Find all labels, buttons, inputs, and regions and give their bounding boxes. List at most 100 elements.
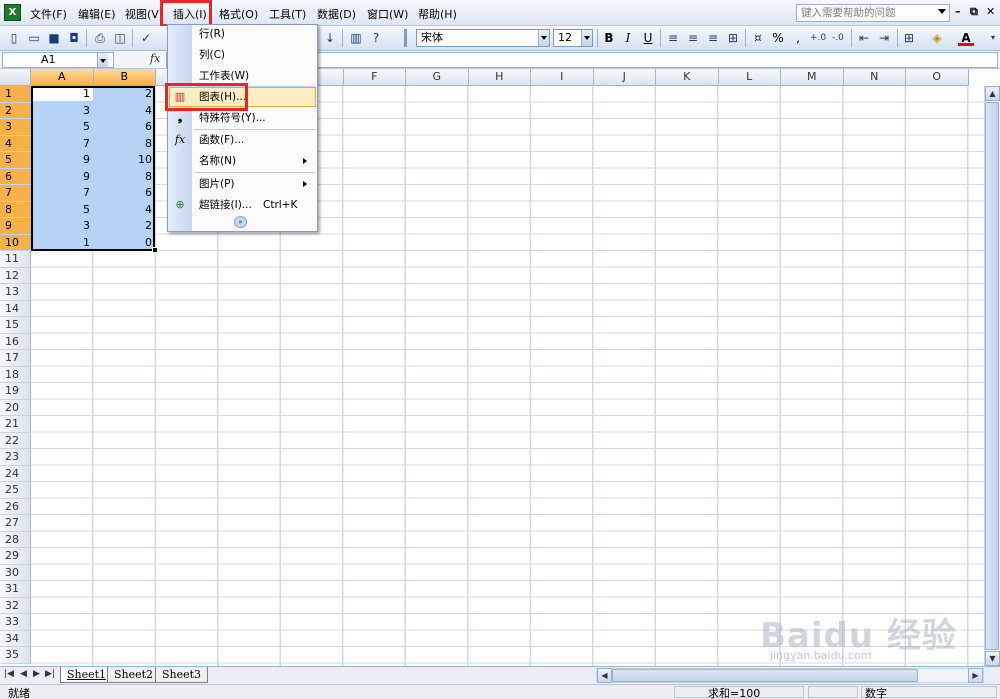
- spelling-icon[interactable]: ✓: [138, 30, 154, 46]
- menu-window[interactable]: 窗口(W): [367, 6, 408, 22]
- column-header-l[interactable]: L: [718, 69, 781, 86]
- align-right-icon[interactable]: ≡: [705, 30, 721, 46]
- merge-center-icon[interactable]: ⊞: [725, 30, 741, 46]
- help-icon[interactable]: ?: [368, 30, 384, 46]
- excel-app-icon[interactable]: X: [4, 4, 21, 21]
- menu-edit[interactable]: 编辑(E): [78, 6, 116, 22]
- column-header-j[interactable]: J: [593, 69, 656, 86]
- cell-b9[interactable]: 2: [94, 218, 155, 235]
- row-header-25[interactable]: 25: [0, 482, 31, 499]
- open-icon[interactable]: ▭: [26, 30, 42, 46]
- row-header-4[interactable]: 4: [0, 135, 31, 152]
- cell-b7[interactable]: 6: [94, 185, 155, 202]
- sort-descending-icon[interactable]: ↓: [322, 30, 338, 46]
- cell-b3[interactable]: 6: [94, 119, 155, 136]
- menu-item-hyperlink[interactable]: 超链接(I)...: [199, 196, 252, 214]
- cell-a2[interactable]: 3: [33, 103, 93, 120]
- name-box-dropdown-icon[interactable]: [97, 53, 108, 67]
- help-search-input[interactable]: 键入需要帮助的问题: [796, 4, 950, 22]
- fill-handle[interactable]: [152, 247, 158, 253]
- comma-button[interactable]: ,: [790, 30, 806, 46]
- next-sheet-icon[interactable]: ▶: [33, 669, 40, 679]
- row-header-2[interactable]: 2: [0, 102, 31, 119]
- column-header-h[interactable]: H: [468, 69, 531, 86]
- row-header-21[interactable]: 21: [0, 416, 31, 433]
- row-header-30[interactable]: 30: [0, 564, 31, 581]
- decrease-indent-icon[interactable]: ⇤: [856, 30, 872, 46]
- menu-item-function[interactable]: 函数(F)...: [199, 131, 244, 149]
- font-name-dropdown-icon[interactable]: [538, 30, 549, 46]
- decrease-decimal-icon[interactable]: -.0: [830, 30, 846, 46]
- font-color-button[interactable]: A: [958, 30, 974, 46]
- cell-a4[interactable]: 7: [33, 136, 93, 153]
- cell-a7[interactable]: 7: [33, 185, 93, 202]
- horizontal-scroll-thumb[interactable]: [612, 669, 918, 682]
- row-header-5[interactable]: 5: [0, 152, 31, 169]
- first-sheet-icon[interactable]: |◀: [4, 669, 14, 679]
- row-header-12[interactable]: 12: [0, 267, 31, 284]
- menu-help[interactable]: 帮助(H): [418, 6, 457, 22]
- increase-decimal-icon[interactable]: +.0: [810, 30, 826, 46]
- menu-item-name[interactable]: 名称(N): [199, 152, 236, 170]
- row-header-8[interactable]: 8: [0, 201, 31, 218]
- row-header-31[interactable]: 31: [0, 581, 31, 598]
- column-header-k[interactable]: K: [656, 69, 719, 86]
- select-all-corner[interactable]: [0, 69, 31, 86]
- vertical-scroll-thumb[interactable]: [985, 102, 999, 650]
- cell-b6[interactable]: 8: [94, 169, 155, 186]
- scroll-up-icon[interactable]: ▲: [985, 86, 1000, 101]
- row-header-20[interactable]: 20: [0, 399, 31, 416]
- sheet-tab-sheet1[interactable]: Sheet1: [60, 667, 114, 683]
- cell-b8[interactable]: 4: [94, 202, 155, 219]
- column-header-i[interactable]: I: [531, 69, 594, 86]
- row-header-9[interactable]: 9: [0, 218, 31, 235]
- row-header-32[interactable]: 32: [0, 597, 31, 614]
- row-header-11[interactable]: 11: [0, 251, 31, 268]
- row-header-17[interactable]: 17: [0, 350, 31, 367]
- scroll-right-icon[interactable]: ▶: [968, 668, 983, 683]
- scroll-down-icon[interactable]: ▼: [985, 651, 1000, 666]
- menu-format[interactable]: 格式(O): [219, 6, 258, 22]
- row-header-6[interactable]: 6: [0, 168, 31, 185]
- cell-a6[interactable]: 9: [33, 169, 93, 186]
- row-header-29[interactable]: 29: [0, 548, 31, 565]
- row-header-15[interactable]: 15: [0, 317, 31, 334]
- column-header-a[interactable]: A: [31, 69, 94, 86]
- double-chevron-down-icon[interactable]: »: [234, 216, 247, 228]
- cell-a9[interactable]: 3: [33, 218, 93, 235]
- cell-a5[interactable]: 9: [33, 152, 93, 169]
- row-header-28[interactable]: 28: [0, 531, 31, 548]
- cell-b5[interactable]: 10: [94, 152, 155, 169]
- prev-sheet-icon[interactable]: ◀: [20, 669, 27, 679]
- cell-a3[interactable]: 5: [33, 119, 93, 136]
- column-header-g[interactable]: G: [406, 69, 469, 86]
- column-header-m[interactable]: M: [781, 69, 844, 86]
- print-icon[interactable]: ⎙: [92, 30, 108, 46]
- fill-color-icon[interactable]: ◈: [929, 30, 945, 46]
- cell-b2[interactable]: 4: [94, 103, 155, 120]
- row-header-26[interactable]: 26: [0, 498, 31, 515]
- menu-item-row[interactable]: 行(R): [199, 25, 225, 43]
- menu-item-special-symbol[interactable]: 特殊符号(Y)...: [199, 109, 266, 127]
- align-center-icon[interactable]: ≡: [685, 30, 701, 46]
- help-dropdown-icon[interactable]: [938, 9, 946, 14]
- row-header-7[interactable]: 7: [0, 185, 31, 202]
- bold-button[interactable]: B: [601, 30, 617, 46]
- cell-b10[interactable]: 0: [94, 235, 155, 252]
- row-header-14[interactable]: 14: [0, 300, 31, 317]
- currency-icon[interactable]: ¤: [750, 30, 766, 46]
- borders-icon[interactable]: ⊞: [901, 30, 917, 46]
- save-icon[interactable]: ■: [46, 30, 62, 46]
- menu-view[interactable]: 视图(V): [125, 6, 163, 22]
- row-header-1[interactable]: 1: [0, 86, 31, 103]
- row-header-33[interactable]: 33: [0, 614, 31, 631]
- restore-icon[interactable]: ⧉: [970, 5, 978, 19]
- row-header-19[interactable]: 19: [0, 383, 31, 400]
- row-header-16[interactable]: 16: [0, 333, 31, 350]
- row-header-13[interactable]: 13: [0, 284, 31, 301]
- menu-file[interactable]: 文件(F): [30, 6, 67, 22]
- column-header-o[interactable]: O: [906, 69, 969, 86]
- row-header-35[interactable]: 35: [0, 647, 31, 664]
- increase-indent-icon[interactable]: ⇥: [876, 30, 892, 46]
- font-name-select[interactable]: 宋体: [416, 29, 550, 47]
